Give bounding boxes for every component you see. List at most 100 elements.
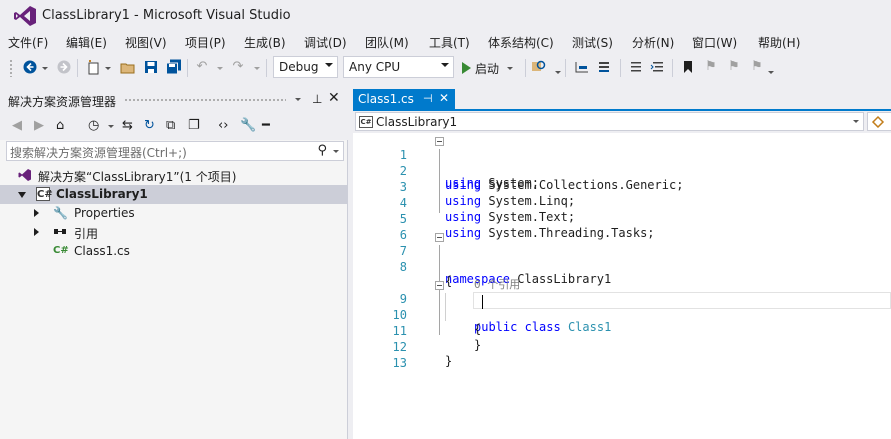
bookmark-icon[interactable] (680, 59, 696, 75)
next-bookmark-icon[interactable]: ⚑ (726, 59, 742, 75)
solution-configuration-dropdown[interactable]: Debug (273, 56, 338, 78)
filter-dropdown-icon[interactable] (108, 125, 114, 128)
collapsed-chevron-icon[interactable] (34, 228, 39, 236)
panel-options-icon[interactable] (295, 98, 301, 101)
menu-window[interactable]: 窗口(W) (692, 34, 737, 51)
close-icon[interactable]: ✕ (328, 90, 340, 106)
tree-item-project[interactable]: C# ClassLibrary1 (0, 185, 348, 204)
save-icon[interactable] (143, 59, 159, 75)
preview-selected-icon[interactable]: ━ (262, 118, 270, 134)
code-lens-line: 0 个引用 (353, 262, 891, 291)
back-icon[interactable]: ◀ (12, 118, 22, 134)
find-dropdown-icon[interactable] (555, 71, 561, 74)
tree-item-label: Class1.cs (74, 244, 130, 258)
tree-item-properties[interactable]: 🔧 Properties (0, 204, 348, 223)
navigate-back-icon[interactable] (22, 59, 38, 75)
tab-class1-cs[interactable]: Class1.cs ⊣ ✕ (353, 89, 455, 109)
search-icon[interactable]: ⚲ (317, 143, 327, 158)
pin-tab-icon[interactable]: ⊣ (423, 92, 433, 105)
view-code-icon[interactable]: ‹› (218, 118, 228, 134)
collapse-region-icon[interactable] (435, 137, 444, 146)
code-editor[interactable]: 1 using System; 2 using System.Collectio… (353, 133, 891, 439)
show-all-files-icon[interactable]: ❐ (188, 118, 200, 134)
tree-item-class1[interactable]: C# Class1.cs (0, 242, 348, 261)
save-all-icon[interactable] (166, 59, 182, 75)
search-placeholder: 搜索解决方案资源管理器(Ctrl+;) (10, 146, 187, 160)
code-line: 9 public class Class1 (353, 278, 891, 334)
csharp-file-icon: C# (53, 245, 69, 256)
menu-architecture[interactable]: 体系结构(C) (488, 34, 554, 51)
menu-tools[interactable]: 工具(T) (429, 34, 470, 51)
clear-bookmarks-icon[interactable]: ⚑ (749, 59, 765, 75)
tree-item-solution[interactable]: 解决方案“ClassLibrary1”(1 个项目) (0, 166, 348, 185)
properties-wrench-icon[interactable]: 🔧 (240, 118, 256, 134)
solution-icon (18, 169, 31, 181)
open-file-icon[interactable] (120, 59, 136, 75)
toolbar-separator (565, 59, 566, 77)
code-line: 10 { (353, 294, 891, 336)
solution-explorer-toolbar: ◀ ▶ ⌂ ◷ ⇆ ↻ ⧉ ❐ ‹› 🔧 ━ (0, 112, 348, 140)
new-project-icon[interactable] (86, 59, 102, 75)
menu-help[interactable]: 帮助(H) (758, 34, 800, 51)
pin-icon[interactable]: ⊥ (312, 92, 322, 106)
collapsed-chevron-icon[interactable] (34, 209, 39, 217)
type-navigation-dropdown[interactable] (867, 112, 891, 131)
find-in-files-icon[interactable] (531, 59, 547, 75)
refresh-icon[interactable]: ↻ (144, 118, 155, 134)
solution-explorer-panel: 解决方案资源管理器 ⊥ ✕ ◀ ▶ ⌂ ◷ ⇆ ↻ ⧉ ❐ ‹› 🔧 ━ 搜索解… (0, 88, 348, 439)
code-line: 4 using System.Text; (353, 182, 891, 224)
solution-explorer-title: 解决方案资源管理器 (8, 95, 117, 109)
menu-file[interactable]: 文件(F) (8, 34, 48, 51)
standard-toolbar: ↶ ↷ Debug Any CPU 启动 ⚑ ⚑ ⚑ (0, 53, 891, 83)
menu-debug[interactable]: 调试(D) (304, 34, 347, 51)
previous-bookmark-icon[interactable]: ⚑ (703, 59, 719, 75)
redo-icon[interactable]: ↷ (230, 59, 246, 75)
menu-edit[interactable]: 编辑(E) (66, 34, 107, 51)
tab-label: Class1.cs (358, 92, 414, 106)
menu-analyze[interactable]: 分析(N) (632, 34, 674, 51)
menu-test[interactable]: 测试(S) (572, 34, 613, 51)
solution-platform-dropdown[interactable]: Any CPU (343, 56, 454, 78)
menu-team[interactable]: 团队(M) (365, 34, 409, 51)
new-project-dropdown-icon[interactable] (105, 67, 111, 70)
comment-lines-icon[interactable] (628, 59, 644, 75)
step-over-icon[interactable] (597, 59, 613, 75)
code-line: 11 } (353, 310, 891, 352)
editor-navigation-bar: C# ClassLibrary1 (353, 111, 891, 133)
menu-view[interactable]: 视图(V) (125, 34, 167, 51)
menu-project[interactable]: 项目(P) (185, 34, 226, 51)
collapse-region-icon[interactable] (435, 281, 444, 290)
tree-item-label: ClassLibrary1 (56, 187, 148, 201)
start-dropdown-icon[interactable] (507, 66, 514, 70)
uncomment-lines-icon[interactable] (650, 59, 666, 75)
back-dropdown-icon[interactable] (42, 67, 48, 70)
redo-dropdown-icon[interactable] (254, 67, 260, 70)
toolbar-grip[interactable] (9, 59, 13, 77)
forward-icon[interactable]: ▶ (34, 118, 44, 134)
pending-changes-filter-icon[interactable]: ◷ (88, 118, 99, 134)
menu-bar: 文件(F) 编辑(E) 视图(V) 项目(P) 生成(B) 调试(D) 团队(M… (0, 32, 891, 52)
search-options-dropdown-icon[interactable] (333, 150, 339, 153)
visual-studio-logo-icon (14, 6, 36, 26)
project-navigation-dropdown[interactable]: C# ClassLibrary1 (355, 112, 864, 131)
panel-drag-grip[interactable] (124, 98, 286, 102)
collapse-region-icon[interactable] (435, 233, 444, 242)
menu-build[interactable]: 生成(B) (244, 34, 286, 51)
expanded-chevron-icon[interactable] (18, 192, 26, 198)
undo-dropdown-icon[interactable] (217, 67, 223, 70)
close-tab-icon[interactable]: ✕ (439, 91, 449, 105)
navigate-forward-icon[interactable] (56, 59, 72, 75)
step-into-icon[interactable] (574, 59, 590, 75)
toolbar-separator (187, 59, 188, 77)
toolbar-overflow-icon[interactable] (768, 71, 774, 74)
code-line: 13 (353, 342, 891, 370)
tree-item-references[interactable]: 引用 (0, 223, 348, 242)
undo-icon[interactable]: ↶ (194, 59, 210, 75)
collapse-all-icon[interactable]: ⧉ (166, 118, 175, 134)
code-line: 6 (353, 214, 891, 242)
sync-with-document-icon[interactable]: ⇆ (122, 118, 133, 134)
solution-explorer-search-input[interactable]: 搜索解决方案资源管理器(Ctrl+;) ⚲ (6, 141, 344, 161)
home-icon[interactable]: ⌂ (56, 118, 64, 134)
nav-dropdown-value: ClassLibrary1 (376, 115, 458, 129)
start-debugging-button[interactable]: 启动 (462, 59, 514, 77)
